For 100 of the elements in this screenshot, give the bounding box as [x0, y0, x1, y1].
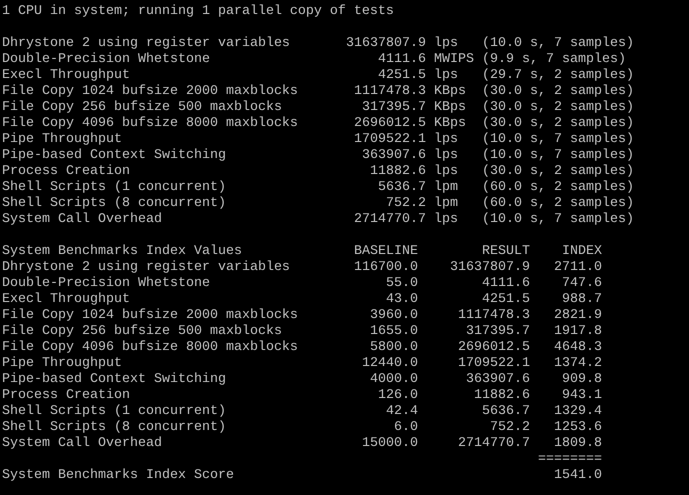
test-detail: (29.7 s, 2 samples)	[482, 68, 634, 84]
total-separator: ========	[537, 452, 602, 468]
test-name: Dhrystone 2 using register variables	[2, 36, 291, 52]
table-cell-text: 43.0	[385, 292, 418, 308]
table-cell-text: 317395.7	[465, 324, 530, 340]
test-value: 1117478.3	[353, 84, 426, 100]
table-cell-text: 2711.0	[553, 260, 602, 276]
table-cell-text: 1917.8	[553, 324, 602, 340]
table-cell-text: Pipe-based Context Switching	[2, 372, 227, 388]
score-label: System Benchmarks Index Score	[2, 468, 235, 484]
table-cell-text: 116700.0	[353, 260, 418, 276]
test-name: System Call Overhead	[2, 212, 163, 228]
table-cell-text: 4000.0	[369, 372, 418, 388]
table-cell-text: 6.0	[393, 420, 418, 436]
test-detail: (60.0 s, 2 samples)	[482, 196, 634, 212]
table-cell-text: 5800.0	[369, 340, 418, 356]
table-cell-text: 4111.6	[481, 276, 530, 292]
table-cell-text: 11882.6	[473, 388, 530, 404]
table-cell-text: Pipe Throughput	[2, 356, 123, 372]
table-cell-text: Shell Scripts (1 concurrent)	[2, 404, 227, 420]
test-name: File Copy 4096 bufsize 8000 maxblocks	[2, 116, 299, 132]
table-cell-text: 3960.0	[369, 308, 418, 324]
test-detail: (10.0 s, 7 samples)	[482, 132, 634, 148]
test-name: Pipe Throughput	[2, 132, 123, 148]
test-value: 2714770.7	[353, 212, 426, 228]
test-name: Pipe-based Context Switching	[2, 148, 227, 164]
table-cell-text: 988.7	[561, 292, 602, 308]
table-cell-text: Execl Throughput	[2, 292, 131, 308]
test-unit: KBps	[434, 116, 467, 132]
test-value: 752.2	[385, 196, 426, 212]
test-name: Double-Precision Whetstone	[2, 52, 211, 68]
table-cell-text: 1374.2	[553, 356, 602, 372]
table-cell-text: 4251.5	[481, 292, 530, 308]
test-value: 11882.6	[369, 164, 426, 180]
table-cell-text: 1655.0	[369, 324, 418, 340]
test-detail: (10.0 s, 7 samples)	[482, 36, 634, 52]
column-header: BASELINE	[353, 244, 418, 260]
table-cell-text: 42.4	[385, 404, 418, 420]
test-unit: lpm	[434, 180, 459, 196]
test-unit: lps	[434, 36, 459, 52]
table-cell-text: File Copy 4096 bufsize 8000 maxblocks	[2, 340, 299, 356]
test-value: 4111.6	[377, 52, 426, 68]
table-cell-text: Shell Scripts (8 concurrent)	[2, 420, 227, 436]
table-cell-text: File Copy 1024 bufsize 2000 maxblocks	[2, 308, 299, 324]
test-value: 363907.6	[361, 148, 426, 164]
test-unit: lps	[434, 148, 459, 164]
table-cell-text: 752.2	[489, 420, 530, 436]
test-unit: lps	[434, 212, 459, 228]
table-cell-text: 4648.3	[553, 340, 602, 356]
table-title: System Benchmarks Index Values	[2, 244, 243, 260]
test-value: 4251.5	[377, 68, 426, 84]
test-unit: MWIPS	[434, 52, 475, 68]
test-value: 2696012.5	[353, 116, 426, 132]
table-cell-text: System Call Overhead	[2, 436, 163, 452]
table-cell-text: 747.6	[561, 276, 602, 292]
column-header: RESULT	[481, 244, 530, 260]
table-cell-text: 2696012.5	[457, 340, 530, 356]
test-unit: KBps	[434, 84, 467, 100]
table-cell-text: 363907.6	[465, 372, 530, 388]
test-detail: (30.0 s, 2 samples)	[482, 100, 634, 116]
test-detail: (60.0 s, 2 samples)	[482, 180, 634, 196]
test-name: Execl Throughput	[2, 68, 131, 84]
table-cell-text: 2714770.7	[457, 436, 530, 452]
test-detail: (9.9 s, 7 samples)	[482, 52, 626, 68]
index-score: 1541.0	[553, 468, 602, 484]
test-name: Shell Scripts (1 concurrent)	[2, 180, 227, 196]
table-cell-text: 15000.0	[361, 436, 418, 452]
test-unit: lps	[434, 132, 459, 148]
test-detail: (30.0 s, 2 samples)	[482, 164, 634, 180]
test-name: Process Creation	[2, 164, 131, 180]
table-cell-text: 1809.8	[553, 436, 602, 452]
test-unit: lpm	[434, 196, 459, 212]
test-unit: lps	[434, 164, 459, 180]
table-cell-text: 5636.7	[481, 404, 530, 420]
table-cell-text: 943.1	[561, 388, 602, 404]
test-value: 31637807.9	[345, 36, 426, 52]
header-line: 1 CPU in system; running 1 parallel copy of tests	[2, 4, 394, 20]
test-value: 1709522.1	[353, 132, 426, 148]
test-name: Shell Scripts (8 concurrent)	[2, 196, 227, 212]
table-cell-text: 1709522.1	[457, 356, 530, 372]
table-cell-text: 126.0	[377, 388, 418, 404]
table-cell-text: 31637807.9	[449, 260, 530, 276]
table-cell-text: 1329.4	[553, 404, 602, 420]
test-detail: (30.0 s, 2 samples)	[482, 116, 634, 132]
test-unit: KBps	[434, 100, 467, 116]
test-name: File Copy 256 bufsize 500 maxblocks	[2, 100, 283, 116]
table-cell-text: File Copy 256 bufsize 500 maxblocks	[2, 324, 283, 340]
column-header: INDEX	[561, 244, 602, 260]
table-cell-text: Process Creation	[2, 388, 131, 404]
table-cell-text: 909.8	[561, 372, 602, 388]
test-value: 5636.7	[377, 180, 426, 196]
table-cell-text: 2821.9	[553, 308, 602, 324]
test-unit: lps	[434, 68, 459, 84]
table-cell-text: Dhrystone 2 using register variables	[2, 260, 291, 276]
test-name: File Copy 1024 bufsize 2000 maxblocks	[2, 84, 299, 100]
test-detail: (30.0 s, 2 samples)	[482, 84, 634, 100]
table-cell-text: Double-Precision Whetstone	[2, 276, 211, 292]
test-detail: (10.0 s, 7 samples)	[482, 148, 634, 164]
test-value: 317395.7	[361, 100, 426, 116]
table-cell-text: 12440.0	[361, 356, 418, 372]
